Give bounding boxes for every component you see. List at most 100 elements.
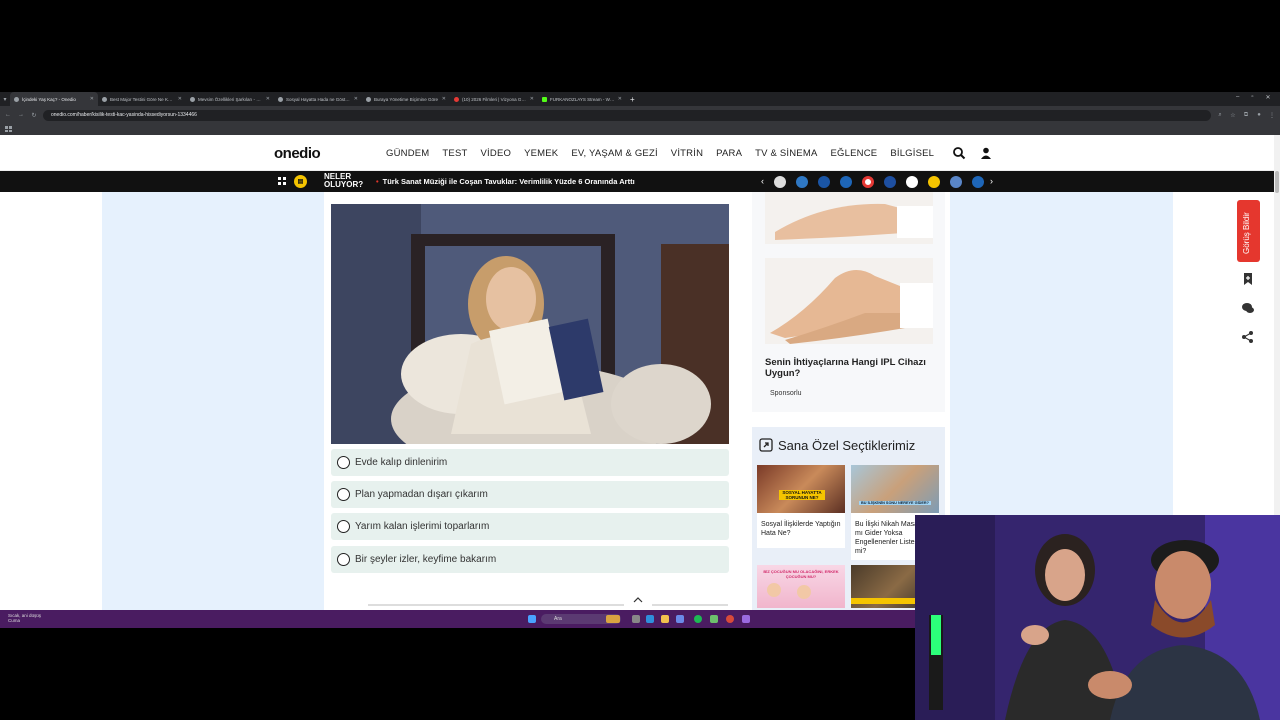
share-icon[interactable]	[1241, 330, 1255, 344]
category-icon[interactable]	[950, 176, 962, 188]
profile-icon[interactable]: ●	[1255, 111, 1263, 119]
menu-icon[interactable]: ⋮	[1268, 111, 1276, 119]
site-header: onedio GÜNDEM TEST VİDEO YEMEK EV, YAŞAM…	[0, 135, 1280, 171]
browser-tab[interactable]: Best Major Testini Göre Ne Kadar ✕	[98, 92, 186, 106]
bookmark-add-icon[interactable]	[1241, 272, 1255, 286]
close-icon[interactable]: ✕	[530, 96, 534, 102]
radio-button[interactable]	[337, 488, 350, 501]
browser-tab-bar: ▾ İçindeki Yaş Kaç? - Onedio ✕ Best Majo…	[0, 92, 1280, 106]
nav-eglence[interactable]: EĞLENCE	[831, 148, 878, 159]
chevron-left-icon[interactable]: ‹	[761, 176, 764, 186]
search-icon[interactable]	[952, 146, 966, 160]
zoom-icon[interactable]: ⌕	[1216, 111, 1224, 119]
category-icon[interactable]	[884, 176, 896, 188]
weather-widget[interactable]: Sıcak, ani düşüş Cuma	[8, 613, 41, 623]
nav-bilgisel[interactable]: BİLGİSEL	[890, 148, 934, 159]
app-icon[interactable]	[742, 615, 750, 623]
quiz-option[interactable]: Evde kalıp dinlenirim	[331, 449, 729, 476]
category-icon[interactable]	[840, 176, 852, 188]
close-icon[interactable]: ✕	[618, 96, 622, 102]
app-icon[interactable]	[710, 615, 718, 623]
recommended-card-image[interactable]: BİZ ÇOCUĞUN MU OLACAĞINI, ERKEK ÇOCUĞUN …	[757, 565, 845, 608]
browser-tab[interactable]: FURKANOZLAYS Stream - Web ✕	[538, 92, 626, 106]
quiz-option-label: Yarım kalan işlerimi toparlarım	[355, 521, 490, 532]
widget-icon[interactable]	[606, 615, 620, 623]
chrome-icon[interactable]	[726, 615, 734, 623]
browser-tab[interactable]: Buraya Yönetime Biçimine Göre ✕	[362, 92, 450, 106]
recommended-title: Sana Özel Seçtiklerimiz	[778, 438, 916, 453]
nav-yemek[interactable]: YEMEK	[524, 148, 558, 159]
category-icon[interactable]	[928, 176, 940, 188]
start-icon[interactable]	[528, 615, 536, 623]
ad-image-legs	[765, 258, 933, 344]
close-icon[interactable]: ✕	[442, 96, 446, 102]
quiz-option[interactable]: Yarım kalan işlerimi toparlarım	[331, 513, 729, 540]
minimize-icon[interactable]: –	[1236, 94, 1239, 101]
ticker-headline[interactable]: Türk Sanat Müziği ile Coşan Tavuklar: Ve…	[376, 177, 635, 186]
grid-menu-icon[interactable]	[278, 177, 286, 185]
radio-button[interactable]	[337, 520, 350, 533]
nav-para[interactable]: PARA	[716, 148, 742, 159]
new-tab-button[interactable]: +	[626, 92, 638, 106]
category-icon[interactable]	[862, 176, 874, 188]
browser-tab[interactable]: Mevsim Özellikleri Şarkıları - Onedio ✕	[186, 92, 274, 106]
webcam-overlay	[915, 515, 1280, 720]
browser-tab[interactable]: (10) 2026 Filmleri | Vizyona Giriş ✕	[450, 92, 538, 106]
recommended-card[interactable]: Sosyal İlişkilerde Yaptığın Hata Ne?	[757, 513, 845, 548]
tab-search-icon[interactable]: ▾	[0, 95, 10, 103]
nav-vitrin[interactable]: VİTRİN	[671, 148, 703, 159]
scrollbar-thumb[interactable]	[1275, 171, 1279, 193]
quiz-option[interactable]: Plan yapmadan dışarı çıkarım	[331, 481, 729, 508]
close-icon[interactable]: ✕	[266, 96, 270, 102]
feedback-button[interactable]: Görüş Bildir	[1237, 200, 1260, 262]
file-explorer-icon[interactable]	[661, 615, 669, 623]
edge-icon[interactable]	[646, 615, 654, 623]
recommended-card-image[interactable]: BU İLİŞKİNİN SONU NEREYE GİDER?	[851, 465, 939, 513]
close-window-icon[interactable]: ✕	[1265, 94, 1270, 101]
browser-tab[interactable]: Sosyal Hayatta Hada ne Gösteriyor ✕	[274, 92, 362, 106]
news-badge-icon[interactable]: ▤	[294, 175, 307, 188]
recommended-card-image[interactable]: SOSYAL HAYATTA SORUNUN NE?	[757, 465, 845, 513]
favicon-icon	[190, 96, 195, 102]
radio-button[interactable]	[337, 553, 350, 566]
maximize-icon[interactable]: ▫	[1251, 94, 1253, 101]
url-field[interactable]: onedio.com/haber/kisilik-testi-kac-yasin…	[43, 109, 1211, 121]
screen: ▾ İçindeki Yaş Kaç? - Onedio ✕ Best Majo…	[0, 0, 1280, 720]
category-icon[interactable]	[906, 176, 918, 188]
nav-gundem[interactable]: GÜNDEM	[386, 148, 429, 159]
reload-icon[interactable]: ↻	[30, 111, 38, 119]
bookmarks-bar	[0, 124, 1280, 135]
user-icon[interactable]	[979, 146, 993, 160]
comments-icon[interactable]	[1241, 301, 1255, 315]
bookmark-star-icon[interactable]: ☆	[1229, 111, 1237, 119]
close-icon[interactable]: ✕	[354, 96, 358, 102]
ad-title[interactable]: Senin İhtiyaçlarına Hangi IPL Cihazı Uyg…	[765, 357, 935, 379]
apps-grid-icon[interactable]	[5, 126, 12, 132]
close-icon[interactable]: ✕	[90, 96, 94, 102]
nav-video[interactable]: VİDEO	[481, 148, 512, 159]
app-icon[interactable]	[676, 615, 684, 623]
card-image-caption: BİZ ÇOCUĞUN MU OLACAĞINI, ERKEK ÇOCUĞUN …	[763, 569, 839, 579]
spotify-icon[interactable]	[694, 615, 702, 623]
browser-tab[interactable]: İçindeki Yaş Kaç? - Onedio ✕	[10, 92, 98, 106]
extensions-icon[interactable]: ⧉	[1242, 111, 1250, 119]
favicon-icon	[454, 96, 459, 102]
scroll-to-top-button[interactable]	[624, 594, 652, 608]
category-icon[interactable]	[818, 176, 830, 188]
task-view-icon[interactable]	[632, 615, 640, 623]
url-text: onedio.com/haber/kisilik-testi-kac-yasin…	[51, 112, 197, 118]
radio-button[interactable]	[337, 456, 350, 469]
back-icon[interactable]: ←	[4, 111, 12, 119]
site-logo[interactable]: onedio	[274, 145, 321, 162]
category-icon[interactable]	[774, 176, 786, 188]
category-icon[interactable]	[796, 176, 808, 188]
category-icon[interactable]	[972, 176, 984, 188]
quiz-option[interactable]: Bir şeyler izler, keyfime bakarım	[331, 546, 729, 573]
forward-icon[interactable]: →	[17, 111, 25, 119]
nav-test[interactable]: TEST	[442, 148, 467, 159]
close-icon[interactable]: ✕	[178, 96, 182, 102]
chevron-right-icon[interactable]: ›	[990, 176, 993, 186]
nav-ev-yasam-gezi[interactable]: EV, YAŞAM & GEZİ	[571, 148, 657, 159]
nav-tv-sinema[interactable]: TV & SİNEMA	[755, 148, 817, 159]
taskbar-search-label: Ara	[554, 616, 562, 622]
